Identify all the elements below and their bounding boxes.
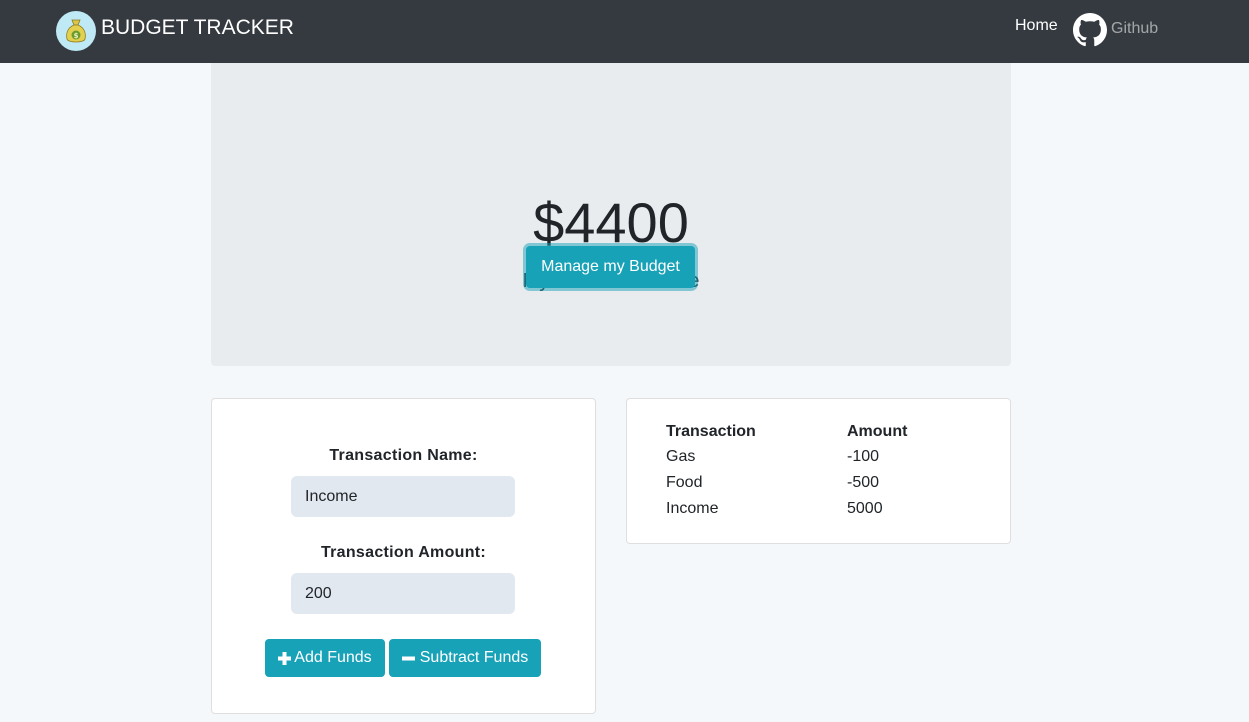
transactions-table: Transaction Amount Gas -100 Food -500 In… [666,420,967,522]
subtract-funds-label: Subtract Funds [419,649,529,666]
balance-jumbotron: $4400 My Current Balance [211,63,1011,366]
transaction-name-label: Transaction Name: [329,447,478,464]
column-header-amount: Amount [847,423,908,440]
subtract-funds-button[interactable]: Subtract Funds [389,639,541,677]
column-header-transaction: Transaction [666,423,756,440]
transaction-name-cell: Income [666,500,719,517]
github-icon[interactable] [1073,13,1107,47]
table-row: Gas -100 [666,444,967,470]
transaction-amount-cell: 5000 [847,500,883,517]
table-row: Food -500 [666,470,967,496]
transaction-amount-input[interactable] [291,573,515,614]
minus-icon [401,656,415,660]
transactions-card: Transaction Amount Gas -100 Food -500 In… [626,398,1011,544]
transaction-amount-cell: -100 [847,448,880,465]
transaction-amount-cell: -500 [847,474,880,491]
navbar: $ BUDGET TRACKER Home Github [0,0,1249,63]
transaction-amount-label: Transaction Amount: [320,544,487,561]
transaction-form-card: Transaction Name: Transaction Amount: Ad… [211,398,596,714]
nav-github-link[interactable]: Github [1111,18,1158,40]
transaction-name-cell: Gas [666,448,696,465]
brand-title[interactable]: BUDGET TRACKER [101,14,294,42]
money-bag-icon[interactable]: $ [56,11,96,51]
plus-icon [278,651,292,665]
add-funds-label: Add Funds [294,649,372,666]
table-header-row: Transaction Amount [666,420,967,444]
transaction-name-cell: Food [666,474,703,491]
nav-home-link[interactable]: Home [1015,15,1058,37]
add-funds-button[interactable]: Add Funds [265,639,385,677]
table-row: Income 5000 [666,496,967,522]
transaction-name-input[interactable] [291,476,515,517]
svg-text:$: $ [74,32,79,40]
manage-budget-button[interactable]: Manage my Budget [526,246,695,288]
